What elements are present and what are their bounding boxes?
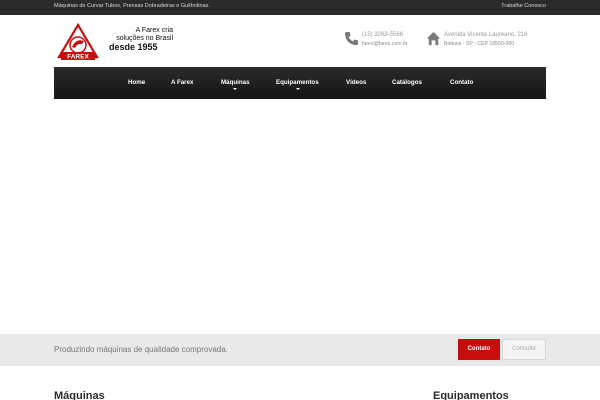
topbar-tagline: Máquinas de Curvar Tubos, Prensas Dobrad… <box>54 3 210 9</box>
work-with-us-link[interactable]: Trabalhe Conosco <box>501 3 546 9</box>
logo-text: FAREX <box>67 54 89 61</box>
nav-item-label: Máquinas <box>221 79 250 86</box>
nav-item-label: Home <box>128 79 146 86</box>
nav-item-label: Contato <box>450 79 474 86</box>
email-link[interactable]: farex@farex.com.br <box>362 41 408 47</box>
consulte-button[interactable]: Consulte <box>502 339 546 360</box>
nav-item-label: Catálogos <box>392 79 422 86</box>
slogan-line-3: desde 1955 <box>109 42 158 52</box>
phone-contact: (15) 3263-5566 farex@farex.com.br <box>344 31 419 51</box>
nav-item-label: Vídeos <box>346 79 367 86</box>
nav-item-label: Equipamentos <box>276 79 319 86</box>
address-street: Avenida Vicente Laureano, 216 <box>444 32 528 38</box>
nav-item-label: A Farex <box>171 79 194 86</box>
company-slogan: A Farex cria soluções no Brasil desde 19… <box>101 27 173 52</box>
slogan-line-2: soluções no Brasil <box>116 34 173 42</box>
phone-number[interactable]: (15) 3263-5566 <box>362 32 403 38</box>
chevron-down-icon <box>233 88 237 90</box>
section-heading-maquinas: Máquinas <box>54 390 105 400</box>
site-header: FAREX A Farex cria soluções no Brasil de… <box>0 15 600 67</box>
slogan-line-1: A Farex cria <box>135 27 173 34</box>
chevron-down-icon <box>296 88 300 90</box>
section-heading-equipamentos: Equipamentos <box>433 390 509 400</box>
call-to-action-bar: Produzindo máquinas de qualidade comprov… <box>0 334 600 366</box>
address-city: Boituva - SP - CEP 18550-000 <box>444 41 515 47</box>
hero-banner-area <box>0 99 600 305</box>
contato-button[interactable]: Contato <box>458 339 500 360</box>
main-navigation: Home A Farex Máquinas Equipamentos Vídeo… <box>54 67 546 99</box>
cta-text: Produzindo máquinas de qualidade comprov… <box>54 345 228 354</box>
home-icon <box>426 31 441 46</box>
farex-logo[interactable]: FAREX <box>57 23 99 61</box>
address-contact: Avenida Vicente Laureano, 216 Boituva - … <box>426 31 551 51</box>
phone-icon <box>344 31 359 46</box>
top-bar: Máquinas de Curvar Tubos, Prensas Dobrad… <box>0 0 600 15</box>
